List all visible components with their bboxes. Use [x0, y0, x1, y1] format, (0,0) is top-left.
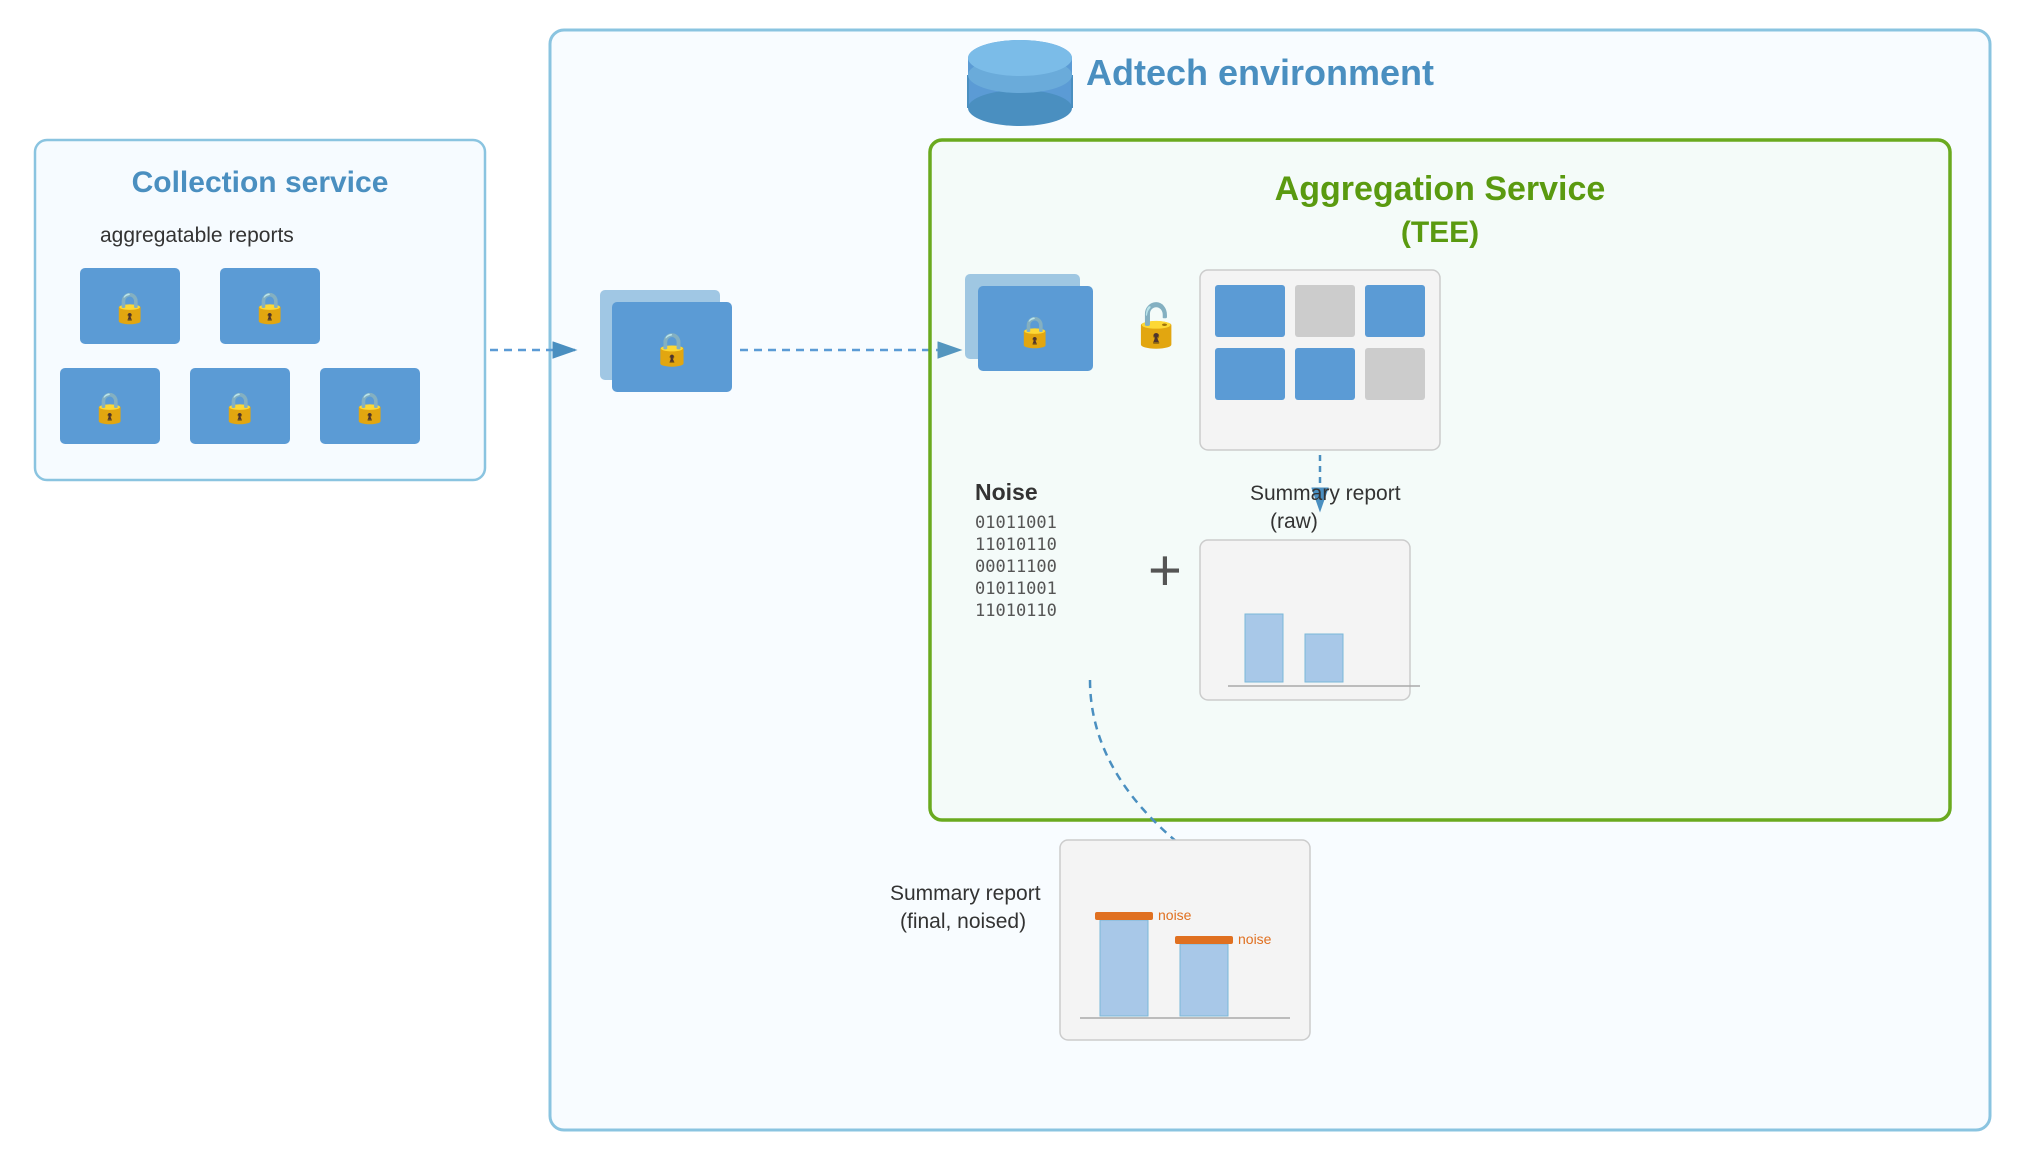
aggregation-service-label: Aggregation Service: [1275, 170, 1606, 208]
aggregatable-reports-text: aggregatable reports: [100, 224, 294, 247]
svg-text:Summary report: Summary report: [1250, 482, 1401, 505]
svg-text:(final, noised): (final, noised): [900, 910, 1026, 933]
svg-text:🔒: 🔒: [221, 392, 258, 425]
svg-text:🔒: 🔒: [91, 392, 128, 425]
svg-text:11010110: 11010110: [975, 601, 1057, 621]
svg-text:Summary report: Summary report: [890, 882, 1041, 905]
svg-text:noise: noise: [1158, 907, 1192, 923]
svg-text:🔒: 🔒: [652, 331, 692, 367]
svg-text:🔒: 🔒: [251, 292, 288, 325]
svg-text:11010110: 11010110: [975, 535, 1057, 555]
svg-text:🔒: 🔒: [351, 392, 388, 425]
svg-text:Noise: Noise: [975, 479, 1038, 505]
svg-text:🔓: 🔓: [1130, 301, 1182, 350]
svg-text:01011001: 01011001: [975, 513, 1057, 533]
adtech-label: Adtech environment: [1086, 52, 1434, 93]
collection-service-label: Collection service: [132, 166, 389, 199]
svg-text:00011100: 00011100: [975, 557, 1057, 577]
svg-text:🔒: 🔒: [1016, 316, 1053, 349]
aggregation-service-tee-label: (TEE): [1401, 216, 1479, 249]
svg-text:01011001: 01011001: [975, 579, 1057, 599]
svg-text:🔒: 🔒: [111, 292, 148, 325]
svg-text:(raw): (raw): [1270, 510, 1318, 533]
svg-text:+: +: [1148, 538, 1182, 603]
svg-text:noise: noise: [1238, 931, 1272, 947]
